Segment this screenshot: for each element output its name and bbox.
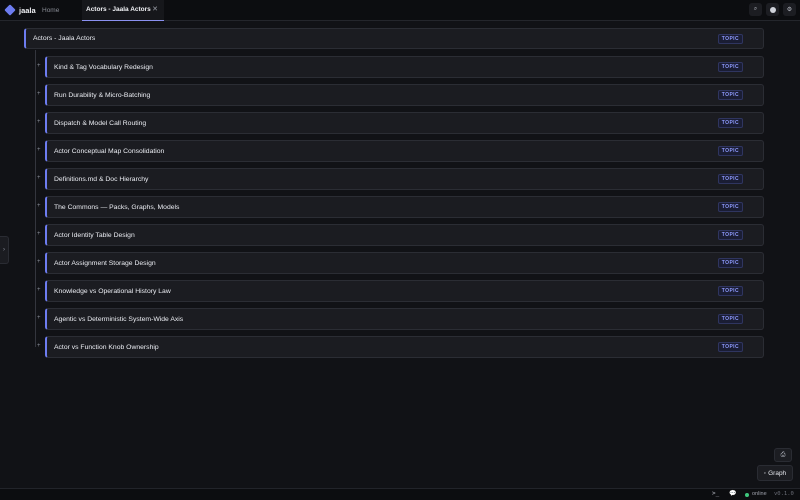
top-actions: ⌕ ⚙ [749, 3, 796, 16]
topic-card[interactable]: Knowledge vs Operational History Law TOPI… [45, 280, 764, 302]
graph-button[interactable]: ◦ Graph [757, 465, 793, 481]
search-icon: ⌕ [753, 6, 758, 12]
topic-title: Definitions.md & Doc Hierarchy [54, 175, 149, 183]
expand-icon[interactable]: + [37, 315, 41, 322]
tab-actors[interactable]: Actors - Jaala Actors ✕ [82, 0, 164, 21]
topic-card[interactable]: Agentic vs Deterministic System-Wide Axi… [45, 308, 764, 330]
expand-icon[interactable]: + [37, 203, 41, 210]
topic-row: + Run Durability & Micro-Batching TOPIC [0, 84, 800, 106]
topic-badge: TOPIC [717, 174, 743, 184]
expand-icon[interactable]: + [37, 343, 41, 350]
topic-badge: TOPIC [717, 202, 743, 212]
expand-icon[interactable]: + [37, 63, 41, 70]
top-bar: jaala Home Actors - Jaala Actors ✕ ⌕ ⚙ [0, 0, 800, 21]
topic-card[interactable]: Dispatch & Model Call Routing TOPIC [45, 112, 764, 134]
topic-row: + Agentic vs Deterministic System-Wide Ax… [0, 308, 800, 330]
root-topic-title: Actors - Jaala Actors [33, 35, 96, 42]
chat-icon[interactable]: 💬 [729, 490, 736, 497]
topic-title: Actor Conceptual Map Consolidation [54, 147, 165, 155]
theme-icon [769, 6, 776, 13]
topic-card[interactable]: Definitions.md & Doc Hierarchy TOPIC [45, 168, 764, 190]
topic-title: Actor vs Function Knob Ownership [54, 343, 159, 351]
topic-row: + Dispatch & Model Call Routing TOPIC [0, 112, 800, 134]
close-icon[interactable]: ✕ [152, 5, 158, 13]
topic-badge: TOPIC [717, 258, 743, 268]
topic-badge: TOPIC [717, 33, 743, 44]
topic-row: + Actor Conceptual Map Consolidation TOPIC [0, 140, 800, 162]
topic-title: Dispatch & Model Call Routing [54, 119, 147, 127]
expand-icon[interactable]: + [37, 119, 41, 126]
settings-button[interactable]: ⚙ [783, 3, 796, 16]
tab-home[interactable]: Home [38, 0, 82, 21]
topic-title: Run Durability & Micro-Batching [54, 91, 151, 99]
graph-icon: ◦ [763, 469, 767, 477]
expand-icon[interactable]: + [37, 91, 41, 98]
app-name: jaala [19, 5, 36, 15]
search-button[interactable]: ⌕ [749, 3, 762, 16]
topic-title: Agentic vs Deterministic System-Wide Axi… [54, 315, 184, 323]
topic-badge: TOPIC [717, 286, 743, 296]
topic-badge: TOPIC [717, 118, 743, 128]
topic-row: + Kind & Tag Vocabulary Redesign TOPIC [0, 56, 800, 78]
root-topic-card[interactable]: Actors - Jaala Actors TOPIC [24, 28, 764, 49]
topic-row: + Actor Identity Table Design TOPIC [0, 224, 800, 246]
topic-card[interactable]: Actor Conceptual Map Consolidation TOPIC [45, 140, 764, 162]
topic-title: Kind & Tag Vocabulary Redesign [54, 63, 153, 71]
brand[interactable]: jaala [0, 4, 38, 16]
topic-row: + Knowledge vs Operational History Law TOP… [0, 280, 800, 302]
topic-row: + Actor Assignment Storage Design TOPIC [0, 252, 800, 274]
topic-badge: TOPIC [717, 146, 743, 156]
topic-title: Actor Identity Table Design [54, 231, 135, 239]
topic-card[interactable]: Actor Assignment Storage Design TOPIC [45, 252, 764, 274]
topic-badge: TOPIC [717, 342, 743, 352]
topic-badge: TOPIC [717, 62, 743, 72]
topic-badge: TOPIC [717, 314, 743, 324]
graph-button-label: Graph [768, 469, 787, 477]
logo-icon [4, 4, 16, 16]
topic-row: + The Commons — Packs, Graphs, Models TOPI… [0, 196, 800, 218]
topic-card[interactable]: Actor Identity Table Design TOPIC [45, 224, 764, 246]
topic-title: Knowledge vs Operational History Law [54, 287, 171, 295]
print-button[interactable]: ⎙ [774, 448, 792, 462]
topic-card[interactable]: Actor vs Function Knob Ownership TOPIC [45, 336, 764, 358]
online-status: online [752, 491, 767, 497]
print-icon: ⎙ [780, 451, 786, 458]
topic-badge: TOPIC [717, 230, 743, 240]
online-status-dot [745, 493, 749, 497]
version-label: v0.1.0 [774, 491, 794, 497]
expand-icon[interactable]: + [37, 287, 41, 294]
topic-card[interactable]: The Commons — Packs, Graphs, Models TOPIC [45, 196, 764, 218]
expand-icon[interactable]: + [37, 147, 41, 154]
topic-row: + Definitions.md & Doc Hierarchy TOPIC [0, 168, 800, 190]
expand-icon[interactable]: + [37, 259, 41, 266]
theme-toggle-button[interactable] [766, 3, 779, 16]
topic-badge: TOPIC [717, 90, 743, 100]
terminal-icon[interactable]: >_ [712, 490, 719, 497]
topic-title: The Commons — Packs, Graphs, Models [54, 203, 180, 211]
gear-icon: ⚙ [786, 7, 793, 13]
tab-home-label: Home [42, 6, 60, 14]
topic-row: + Actor vs Function Knob Ownership TOPIC [0, 336, 800, 358]
expand-icon[interactable]: + [37, 175, 41, 182]
topic-card[interactable]: Kind & Tag Vocabulary Redesign TOPIC [45, 56, 764, 78]
status-bar: >_ 💬 online v0.1.0 [0, 488, 800, 500]
expand-icon[interactable]: + [37, 231, 41, 238]
tab-actors-label: Actors - Jaala Actors [86, 6, 151, 13]
topic-title: Actor Assignment Storage Design [54, 259, 156, 267]
topic-card[interactable]: Run Durability & Micro-Batching TOPIC [45, 84, 764, 106]
